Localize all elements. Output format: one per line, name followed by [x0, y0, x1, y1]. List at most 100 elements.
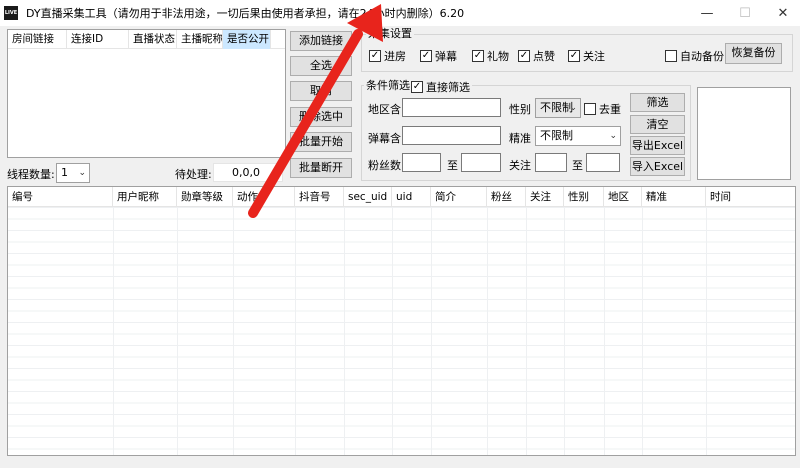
checkbox-dedup[interactable]: 去重	[584, 101, 621, 117]
column-header-sec-uid[interactable]: sec_uid	[344, 187, 392, 207]
checkbox-label: 直接筛选	[426, 81, 470, 94]
gender-value: 不限制	[540, 101, 573, 114]
column-header-gender[interactable]: 性别	[564, 187, 604, 207]
grid-line	[431, 207, 432, 455]
checkbox-auto-backup[interactable]: 自动备份	[665, 48, 724, 64]
cancel-button[interactable]: 取消	[290, 81, 352, 101]
checkbox-enter-room[interactable]: ✓ 进房	[369, 48, 406, 64]
checkbox-danmu[interactable]: ✓ 弹幕	[420, 48, 457, 64]
thread-count-label: 线程数量:	[7, 168, 55, 181]
checkbox-check-icon: ✓	[472, 50, 484, 62]
data-table-grid	[8, 207, 795, 455]
follow-max-input[interactable]	[586, 153, 620, 172]
close-icon[interactable]: ✕	[766, 0, 800, 26]
delete-selected-button[interactable]: 删除选中	[290, 107, 352, 127]
checkbox-label: 关注	[583, 50, 605, 63]
thread-count-select[interactable]: 1 ⌄	[56, 163, 90, 183]
grid-line	[113, 207, 114, 455]
checkbox-label: 弹幕	[435, 50, 457, 63]
chevron-down-icon: ⌄	[609, 131, 617, 141]
checkbox-label: 进房	[384, 50, 406, 63]
danmu-label: 弹幕含	[368, 132, 401, 145]
column-header-user-nickname[interactable]: 用户昵称	[113, 187, 177, 207]
column-header-action[interactable]: 动作	[233, 187, 295, 207]
filter-title: 条件筛选	[364, 79, 412, 92]
follow-min-input[interactable]	[535, 153, 567, 172]
checkbox-empty-icon	[584, 103, 596, 115]
grid-line	[642, 207, 643, 455]
grid-line	[392, 207, 393, 455]
checkbox-check-icon: ✓	[369, 50, 381, 62]
checkbox-check-icon: ✓	[518, 50, 530, 62]
thread-count-value: 1	[61, 166, 68, 179]
checkbox-check-icon: ✓	[568, 50, 580, 62]
checkbox-label: 礼物	[487, 50, 509, 63]
column-header-fans[interactable]: 粉丝	[487, 187, 526, 207]
room-list[interactable]: 房间链接 连接ID 直播状态 主播昵称 是否公开	[7, 29, 286, 158]
region-input[interactable]	[402, 98, 501, 117]
batch-start-button[interactable]: 批量开始	[290, 132, 352, 152]
add-link-button[interactable]: 添加链接	[290, 31, 352, 51]
checkbox-follow[interactable]: ✓ 关注	[568, 48, 605, 64]
column-header-bio[interactable]: 简介	[431, 187, 487, 207]
gender-select[interactable]: 不限制 ⌄	[535, 98, 581, 118]
column-header-room-link[interactable]: 房间链接	[8, 30, 67, 49]
grid-line	[604, 207, 605, 455]
data-table[interactable]: 编号 用户昵称 勋章等级 动作 抖音号 sec_uid uid 简介 粉丝 关注…	[7, 186, 796, 456]
checkbox-direct-filter[interactable]: ✓ 直接筛选	[411, 79, 472, 95]
grid-line	[177, 207, 178, 455]
fans-max-input[interactable]	[461, 153, 501, 172]
follow-label: 关注	[509, 159, 531, 172]
checkbox-gift[interactable]: ✓ 礼物	[472, 48, 509, 64]
column-header-live-status[interactable]: 直播状态	[129, 30, 177, 49]
pending-value: 0,0,0	[213, 163, 283, 182]
select-all-button[interactable]: 全选	[290, 56, 352, 76]
column-header-number[interactable]: 编号	[8, 187, 113, 207]
column-header-following[interactable]: 关注	[526, 187, 564, 207]
fans-min-input[interactable]	[402, 153, 441, 172]
export-excel-button[interactable]: 导出Excel	[630, 136, 685, 155]
maximize-icon[interactable]: ☐	[728, 0, 762, 26]
batch-disconnect-button[interactable]: 批量断开	[290, 158, 352, 178]
restore-backup-button[interactable]: 恢复备份	[725, 43, 782, 64]
column-header-connection-id[interactable]: 连接ID	[67, 30, 129, 49]
checkbox-label: 自动备份	[680, 50, 724, 63]
checkbox-label: 去重	[599, 103, 621, 116]
room-list-header: 房间链接 连接ID 直播状态 主播昵称 是否公开	[8, 30, 285, 49]
data-table-header: 编号 用户昵称 勋章等级 动作 抖音号 sec_uid uid 简介 粉丝 关注…	[8, 187, 795, 207]
window-title: DY直播采集工具（请勿用于非法用途，一切后果由使用者承担，请在24小时内删除）6…	[26, 7, 465, 20]
precise-select[interactable]: 不限制 ⌄	[535, 126, 621, 146]
grid-line	[295, 207, 296, 455]
app-icon: LIVE	[4, 6, 18, 20]
grid-line	[526, 207, 527, 455]
chevron-down-icon: ⌄	[569, 103, 577, 113]
preview-box	[697, 87, 791, 180]
checkbox-check-icon: ✓	[411, 81, 423, 93]
collect-settings-title: 采集设置	[366, 27, 414, 40]
grid-line	[564, 207, 565, 455]
checkbox-like[interactable]: ✓ 点赞	[518, 48, 555, 64]
danmu-input[interactable]	[402, 126, 501, 145]
column-header-badge-level[interactable]: 勋章等级	[177, 187, 233, 207]
minimize-icon[interactable]: —	[690, 0, 724, 26]
clear-button[interactable]: 清空	[630, 115, 685, 134]
column-header-is-public[interactable]: 是否公开	[223, 30, 271, 49]
region-label: 地区含	[368, 103, 401, 116]
column-header-region[interactable]: 地区	[604, 187, 642, 207]
chevron-down-icon: ⌄	[78, 168, 86, 178]
column-header-host-nickname[interactable]: 主播昵称	[177, 30, 223, 49]
column-header-time[interactable]: 时间	[706, 187, 795, 207]
grid-line	[233, 207, 234, 455]
title-bar: LIVE DY直播采集工具（请勿用于非法用途，一切后果由使用者承担，请在24小时…	[0, 0, 800, 26]
checkbox-empty-icon	[665, 50, 677, 62]
checkbox-label: 点赞	[533, 50, 555, 63]
column-header-douyin-id[interactable]: 抖音号	[295, 187, 344, 207]
precise-label: 精准	[509, 132, 531, 145]
column-header-precise[interactable]: 精准	[642, 187, 706, 207]
import-excel-button[interactable]: 导入Excel	[630, 157, 685, 176]
filter-button[interactable]: 筛选	[630, 93, 685, 112]
column-header-uid[interactable]: uid	[392, 187, 431, 207]
fans-label: 粉丝数	[368, 159, 401, 172]
follow-to-label: 至	[572, 159, 583, 172]
grid-line	[487, 207, 488, 455]
